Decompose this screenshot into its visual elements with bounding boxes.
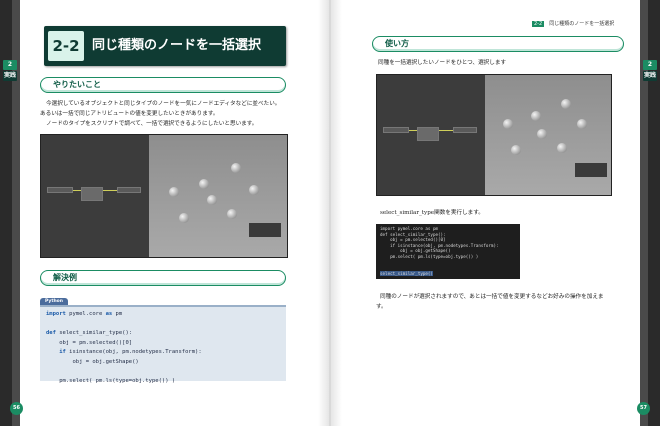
chapter-heading: 2-2 同じ種類のノードを一括選択 — [44, 26, 286, 66]
node-connection — [103, 190, 117, 191]
left-page-number: 56 — [10, 402, 23, 415]
node-connection — [439, 130, 453, 131]
code-line: pm.select( pm.ls(type=obj.type()) ) — [380, 253, 479, 259]
section-usage-title: 使い方 — [385, 39, 409, 48]
book-gutter — [318, 0, 342, 426]
sphere-object — [249, 185, 259, 195]
sphere-object — [577, 119, 587, 129]
hud-panel — [249, 223, 281, 237]
sphere-object — [179, 213, 189, 223]
maya-screenshot-right — [376, 74, 612, 196]
sphere-object — [561, 99, 571, 109]
node-connection — [73, 190, 81, 191]
goal-paragraph-line-1: 今選択しているオブジェクトと同じタイプのノードを一気にノードエディタなどに並べた… — [46, 101, 281, 107]
sphere-object — [503, 119, 513, 129]
viewport-panel — [485, 75, 611, 195]
code-line: import pymel.core as pm — [46, 311, 123, 317]
usage-text-4: す。 — [376, 304, 387, 310]
code-line: if isinstance(obj, pm.nodetypes.Transfor… — [46, 349, 202, 355]
sphere-object — [531, 111, 541, 121]
node-box — [117, 187, 141, 193]
section-usage-heading: 使い方 — [372, 36, 624, 52]
goal-paragraph-line-3: ノードのタイプをスクリプトで調べて、一括で選択できるようにしたいと思います。 — [46, 121, 258, 127]
code-line: pm.select( pm.ls(type=obj.type()) ) — [46, 377, 176, 384]
section-solution-title: 解決例 — [53, 273, 77, 282]
running-header-title: 同じ種類のノードを一括選択 — [549, 21, 615, 27]
left-chapter-tab-label: 実践 — [3, 71, 17, 81]
chapter-number: 2-2 — [48, 31, 84, 61]
usage-text-2: select_similar_type関数を実行します。 — [380, 210, 484, 216]
section-solution-heading: 解決例 — [40, 270, 286, 286]
node-box — [383, 127, 409, 133]
hud-panel — [575, 163, 607, 177]
node-editor-panel — [41, 135, 149, 257]
code-block: import pymel.core as pm def select_simil… — [40, 305, 286, 384]
code-line-highlighted: select_similar_type() — [380, 270, 433, 277]
right-chapter-tab-label: 実践 — [643, 71, 657, 81]
sphere-object — [169, 187, 179, 197]
right-page-number: 57 — [637, 402, 650, 415]
sphere-object — [557, 143, 567, 153]
sphere-object — [511, 145, 521, 155]
code-line: obj = obj.getShape() — [46, 358, 139, 365]
section-goal-title: やりたいこと — [53, 80, 101, 89]
sphere-object — [227, 209, 237, 219]
running-header-badge: 2-2 — [532, 21, 545, 27]
sphere-object — [199, 179, 209, 189]
sphere-object — [537, 129, 547, 139]
goal-paragraph-line-2: あるいは一括で同じアトリビュートの値を変更したいときがあります。 — [40, 111, 219, 117]
node-box — [47, 187, 73, 193]
node-connection — [409, 130, 417, 131]
section-goal-heading: やりたいこと — [40, 77, 286, 93]
sphere-object — [231, 163, 241, 173]
usage-text-3: 同種のノードが選択されますので、あとは一括で値を変更するなどお好みの操作を加えま — [380, 294, 604, 300]
usage-text-1: 同種を一括選択したいノードをひとつ、選択します — [378, 60, 507, 66]
code-language-tag: Python — [40, 298, 68, 305]
chapter-title: 同じ種類のノードを一括選択 — [92, 38, 262, 53]
viewport-panel — [149, 135, 287, 257]
maya-screenshot-left — [40, 134, 288, 258]
code-line: def select_similar_type(): — [46, 330, 133, 336]
sphere-object — [207, 195, 217, 205]
running-header: 2-2 同じ種類のノードを一括選択 — [532, 10, 632, 27]
code-line: obj = pm.selected()[0] — [46, 339, 133, 346]
script-editor-screenshot: import pymel.core as pm def select_simil… — [376, 224, 520, 279]
right-chapter-tab: 2 — [643, 60, 657, 70]
node-box — [417, 127, 439, 141]
node-box — [81, 187, 103, 201]
left-chapter-tab: 2 — [3, 60, 17, 70]
node-editor-panel — [377, 75, 485, 195]
node-box — [453, 127, 477, 133]
